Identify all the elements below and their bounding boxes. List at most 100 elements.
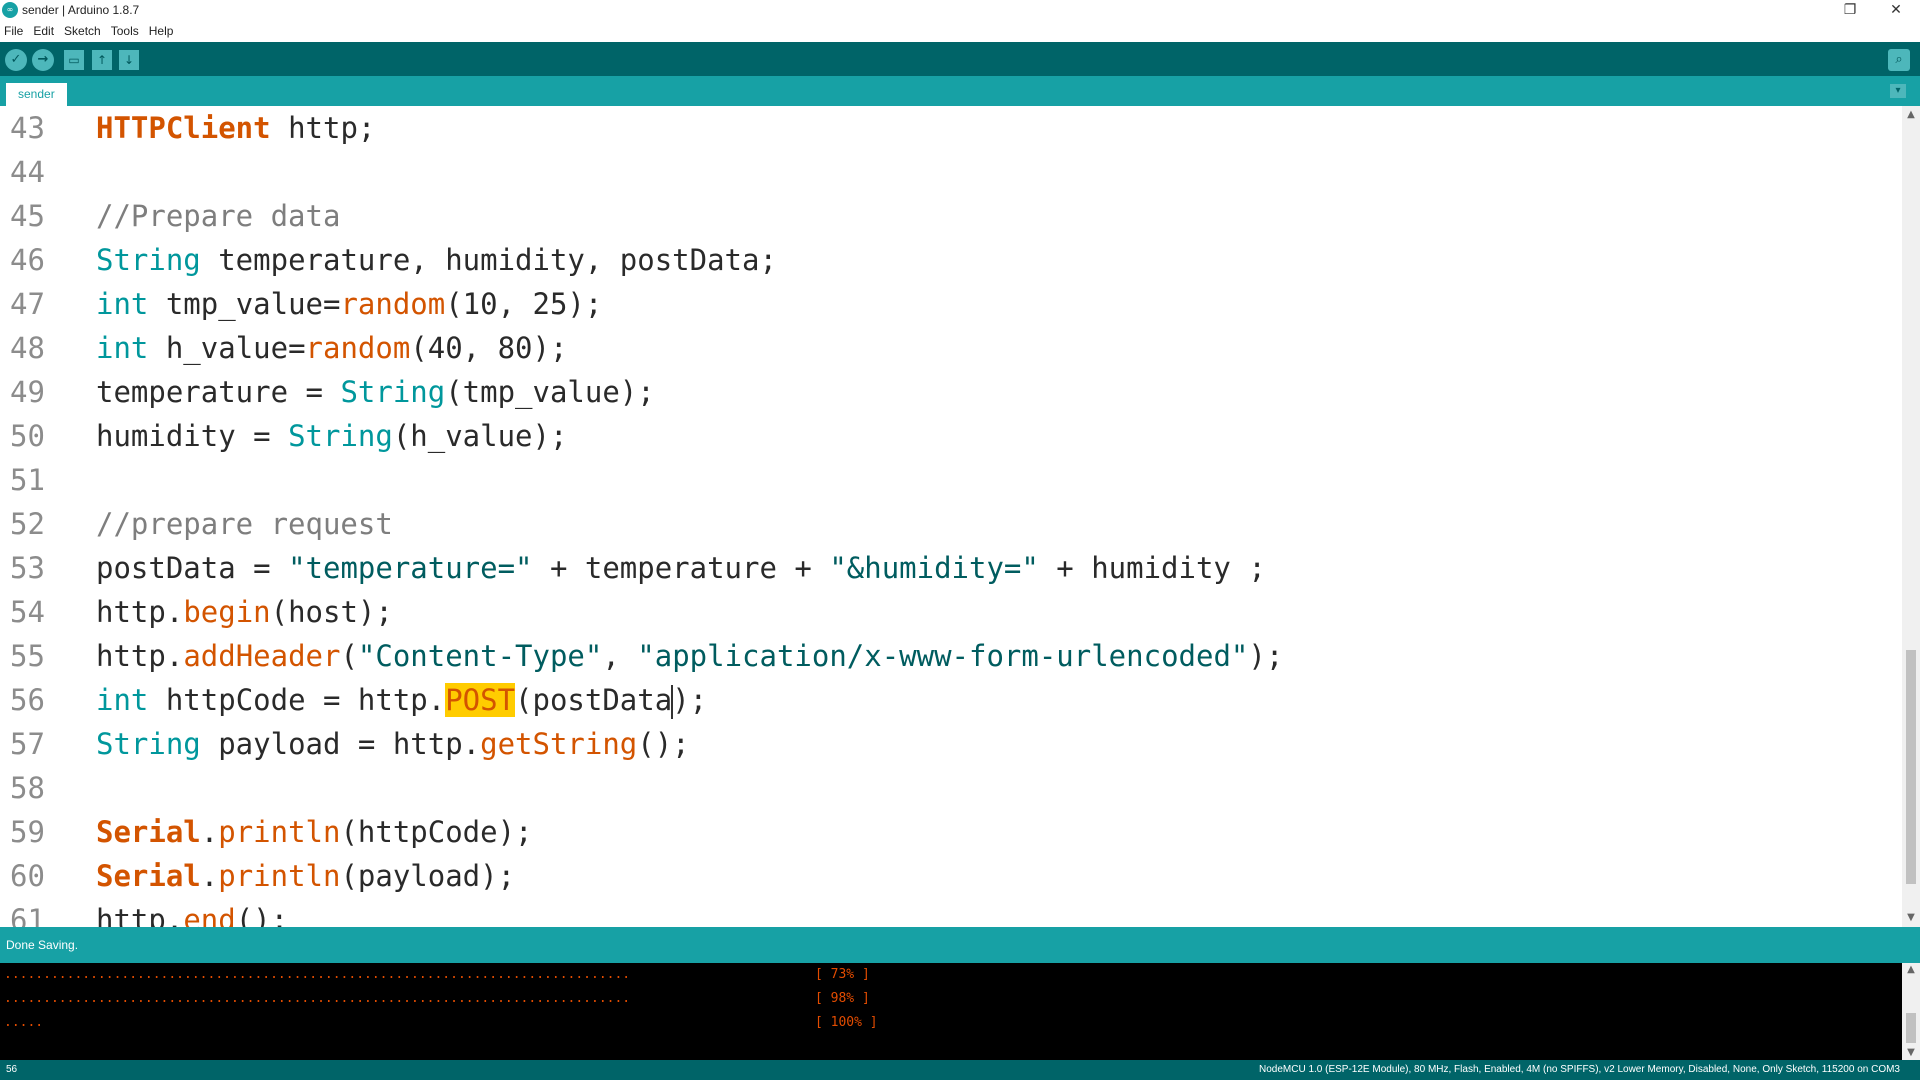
code-line[interactable]: 61 http.end(); bbox=[0, 898, 1900, 927]
code-token: begin bbox=[183, 595, 271, 629]
code-line[interactable]: 54 http.begin(host); bbox=[0, 590, 1900, 634]
code-text: http.end(); bbox=[96, 898, 288, 927]
code-token: (httpCode); bbox=[340, 815, 533, 849]
save-icon[interactable]: ↓ bbox=[119, 50, 139, 70]
code-token: (payload); bbox=[340, 859, 516, 893]
restore-button[interactable]: ❐ bbox=[1830, 0, 1870, 22]
scrollbar-thumb[interactable] bbox=[1906, 650, 1916, 884]
upload-icon[interactable]: → bbox=[32, 49, 54, 71]
close-button[interactable]: ✕ bbox=[1876, 0, 1916, 22]
code-token: (); bbox=[637, 727, 690, 761]
code-line[interactable]: 60 Serial.println(payload); bbox=[0, 854, 1900, 898]
code-token: addHeader bbox=[183, 639, 341, 673]
code-token: http. bbox=[96, 595, 184, 629]
line-number: 61 bbox=[10, 903, 45, 927]
code-line[interactable]: 48 int h_value=random(40, 80); bbox=[0, 326, 1900, 370]
code-line[interactable]: 58 bbox=[0, 766, 1900, 810]
status-bar: Done Saving. bbox=[0, 927, 1920, 963]
code-line[interactable]: 46 String temperature, humidity, postData… bbox=[0, 238, 1900, 282]
code-token: http. bbox=[96, 903, 184, 927]
code-token: random bbox=[305, 331, 411, 365]
menu-tools[interactable]: Tools bbox=[107, 22, 143, 38]
code-token: + humidity ; bbox=[1038, 551, 1266, 585]
window-title: sender | Arduino 1.8.7 bbox=[22, 3, 140, 17]
console-progress-percent: [ 100% ] bbox=[815, 1015, 878, 1030]
code-line[interactable]: 52 //prepare request bbox=[0, 502, 1900, 546]
tab-bar: sender ▾ bbox=[0, 76, 1920, 106]
console-progress-dots: ........................................… bbox=[4, 991, 631, 1006]
code-token: int bbox=[96, 287, 149, 321]
code-line[interactable]: 55 http.addHeader("Content-Type", "applic… bbox=[0, 634, 1900, 678]
console-progress-percent: [ 73% ] bbox=[815, 967, 870, 982]
console-output: ........................................… bbox=[0, 963, 1902, 1060]
tab-sender[interactable]: sender bbox=[6, 83, 67, 106]
code-line[interactable]: 49 temperature = String(tmp_value); bbox=[0, 370, 1900, 414]
code-line[interactable]: 57 String payload = http.getString(); bbox=[0, 722, 1900, 766]
line-number: 57 bbox=[10, 727, 45, 761]
code-line[interactable]: 51 bbox=[0, 458, 1900, 502]
code-token: "temperature=" bbox=[288, 551, 533, 585]
code-token: println bbox=[218, 859, 341, 893]
console-scroll-down-icon[interactable]: ▼ bbox=[1902, 1046, 1920, 1060]
code-line[interactable]: 53 postData = "temperature=" + temperatur… bbox=[0, 546, 1900, 590]
open-icon[interactable]: ↑ bbox=[92, 50, 112, 70]
code-token: . bbox=[200, 815, 219, 849]
code-token: temperature = bbox=[96, 375, 341, 409]
code-token: "&humidity=" bbox=[829, 551, 1039, 585]
line-number: 52 bbox=[10, 507, 45, 541]
code-line[interactable]: 44 bbox=[0, 150, 1900, 194]
tab-menu-icon[interactable]: ▾ bbox=[1890, 84, 1906, 98]
menu-sketch[interactable]: Sketch bbox=[60, 22, 105, 38]
code-line[interactable]: 47 int tmp_value=random(10, 25); bbox=[0, 282, 1900, 326]
code-line[interactable]: 43 HTTPClient http; bbox=[0, 106, 1900, 150]
footer-bar: 56 NodeMCU 1.0 (ESP-12E Module), 80 MHz,… bbox=[0, 1060, 1920, 1080]
line-number: 50 bbox=[10, 419, 45, 453]
code-text: //Prepare data bbox=[96, 194, 340, 238]
menu-help[interactable]: Help bbox=[145, 22, 178, 38]
code-token: (10, 25); bbox=[445, 287, 603, 321]
code-token: println bbox=[218, 815, 341, 849]
code-token: String bbox=[96, 243, 201, 277]
code-token: Serial bbox=[96, 815, 201, 849]
code-line[interactable]: 56 int httpCode = http.POST(postData); bbox=[0, 678, 1900, 722]
console-progress-dots: ........................................… bbox=[4, 967, 631, 982]
code-editor[interactable]: 43 HTTPClient http; 44 45 //Prepare data 46 St… bbox=[0, 106, 1902, 927]
editor-scrollbar[interactable]: ▲ ▼ bbox=[1902, 106, 1920, 927]
line-number: 47 bbox=[10, 287, 45, 321]
verify-icon[interactable]: ✓ bbox=[5, 49, 27, 71]
code-token: (tmp_value); bbox=[445, 375, 655, 409]
console-scrollbar[interactable]: ▲ ▼ bbox=[1902, 963, 1920, 1060]
code-token: (host); bbox=[270, 595, 393, 629]
code-token: httpCode = http. bbox=[148, 683, 446, 717]
console-scroll-up-icon[interactable]: ▲ bbox=[1902, 963, 1920, 977]
line-number: 45 bbox=[10, 199, 45, 233]
code-line[interactable]: 59 Serial.println(httpCode); bbox=[0, 810, 1900, 854]
line-number: 55 bbox=[10, 639, 45, 673]
code-token: (postData bbox=[515, 683, 673, 717]
code-text: http.begin(host); bbox=[96, 590, 393, 634]
code-token: temperature, humidity, postData; bbox=[200, 243, 777, 277]
code-text: temperature = String(tmp_value); bbox=[96, 370, 655, 414]
code-text: http.addHeader("Content-Type", "applicat… bbox=[96, 634, 1283, 678]
scroll-up-icon[interactable]: ▲ bbox=[1902, 106, 1920, 124]
console-scrollbar-thumb[interactable] bbox=[1906, 1013, 1916, 1043]
code-token: (h_value); bbox=[392, 419, 568, 453]
scroll-down-icon[interactable]: ▼ bbox=[1902, 909, 1920, 927]
code-token: random bbox=[340, 287, 446, 321]
menu-bar: File Edit Sketch Tools Help bbox=[0, 22, 1920, 42]
new-icon[interactable]: ▭ bbox=[64, 50, 84, 70]
console-progress-percent: [ 98% ] bbox=[815, 991, 870, 1006]
code-line[interactable]: 45 //Prepare data bbox=[0, 194, 1900, 238]
code-line[interactable]: 50 humidity = String(h_value); bbox=[0, 414, 1900, 458]
code-token: ); bbox=[672, 683, 708, 717]
menu-file[interactable]: File bbox=[0, 22, 27, 38]
code-text: int tmp_value=random(10, 25); bbox=[96, 282, 602, 326]
menu-edit[interactable]: Edit bbox=[29, 22, 58, 38]
code-token: (); bbox=[235, 903, 289, 927]
highlighted-token: POST bbox=[445, 683, 516, 717]
board-info: NodeMCU 1.0 (ESP-12E Module), 80 MHz, Fl… bbox=[1258, 1064, 1900, 1075]
code-token: String bbox=[288, 419, 393, 453]
code-token: ); bbox=[1248, 639, 1284, 673]
serial-monitor-icon[interactable]: ⌕ bbox=[1888, 49, 1910, 71]
line-number: 46 bbox=[10, 243, 45, 277]
